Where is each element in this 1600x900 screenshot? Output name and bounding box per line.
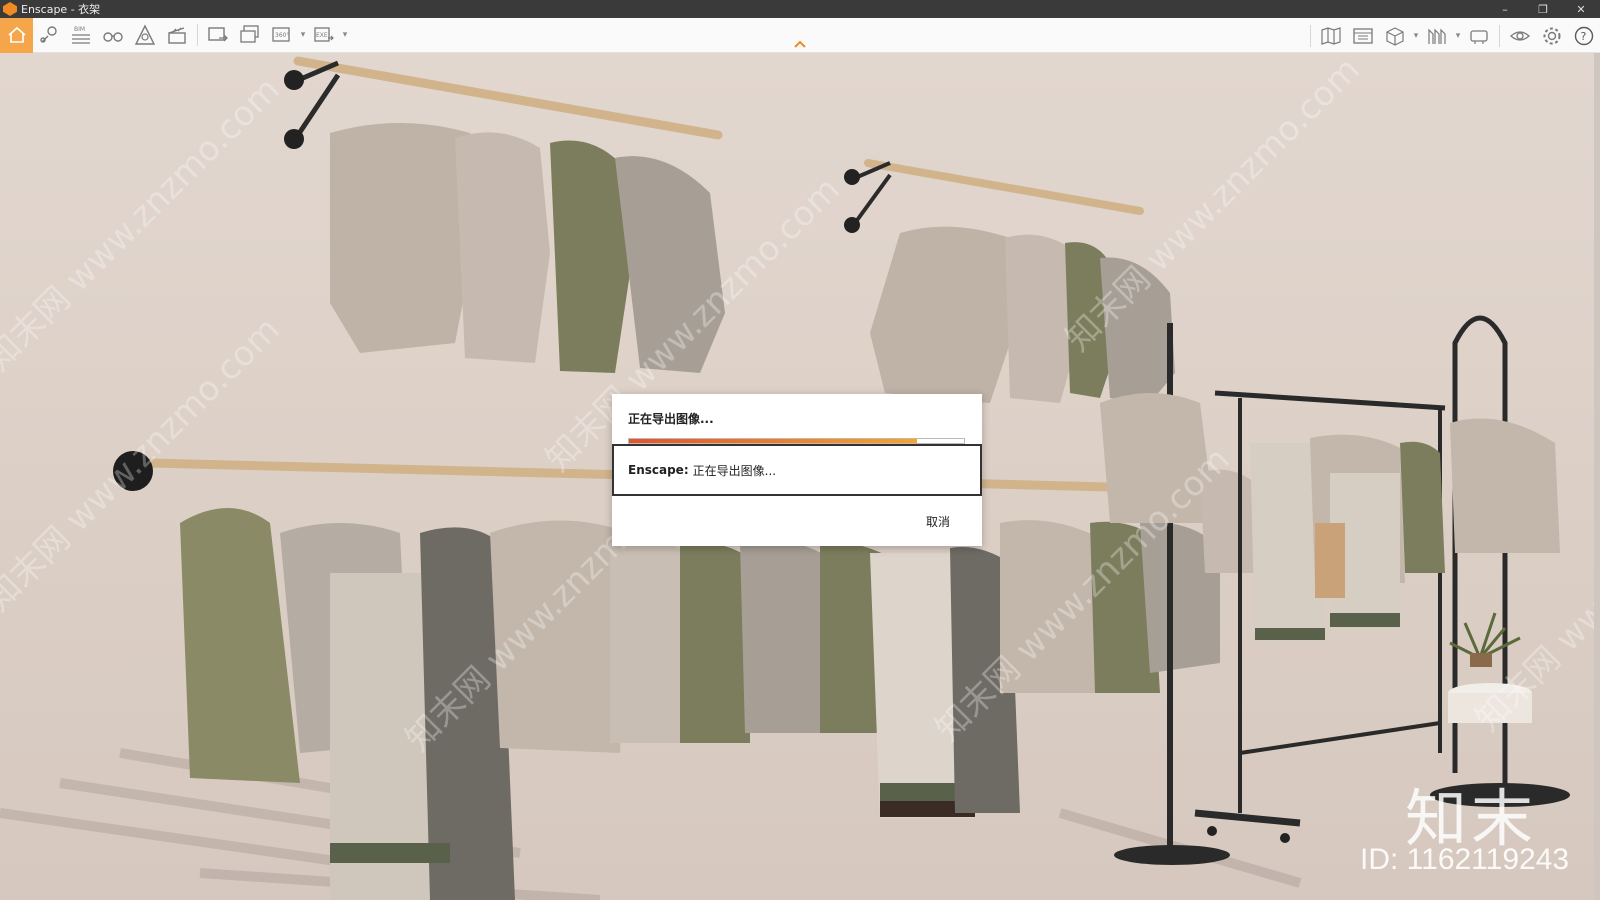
viewport-scrollbar[interactable] <box>1594 53 1600 900</box>
binoculars-icon <box>103 32 123 42</box>
toolbar-separator <box>1499 24 1500 47</box>
bim-button[interactable]: BIM <box>65 18 97 53</box>
cube-icon <box>1386 26 1404 46</box>
map-icon <box>1321 26 1341 45</box>
main-toolbar: BIM 360° ▾ EXE ▾ ▾ ▾ ? <box>0 17 1600 53</box>
exe-export-icon: EXE <box>314 27 334 42</box>
screenshot-icon <box>208 27 228 42</box>
material-button[interactable] <box>1421 18 1453 53</box>
export-progress-dialog: 正在导出图像... Enscape: 正在导出图像... 取消 <box>612 394 982 546</box>
video-editor-button[interactable] <box>161 18 193 53</box>
panel-icon <box>1353 27 1373 44</box>
asset-library-icon <box>134 24 156 45</box>
exe-label: EXE <box>316 32 328 39</box>
location-pin-icon <box>40 26 57 43</box>
vr-headset-icon <box>1470 29 1488 44</box>
restore-button[interactable]: ❐ <box>1524 0 1562 18</box>
chevron-up-icon <box>794 40 806 48</box>
status-prefix: Enscape: <box>628 463 689 477</box>
material-dropdown-caret[interactable]: ▾ <box>1453 18 1463 53</box>
collapse-toolbar-button[interactable] <box>790 18 810 53</box>
settings-button[interactable] <box>1536 18 1568 53</box>
help-icon: ? <box>1574 26 1594 45</box>
panorama-button[interactable]: 360° <box>266 18 298 53</box>
map-button[interactable] <box>1315 18 1347 53</box>
clapperboard-icon <box>168 27 186 44</box>
toolbar-separator <box>1310 24 1311 47</box>
cancel-button[interactable]: 取消 <box>926 513 950 530</box>
title-bar: Enscape - 衣架 – ❐ ✕ <box>0 0 1600 18</box>
eye-icon <box>1510 30 1530 41</box>
pano-label: 360° <box>275 32 289 39</box>
watermark-id: ID: 1162119243 <box>1360 843 1570 876</box>
help-button[interactable]: ? <box>1568 18 1600 53</box>
screenshot-button[interactable] <box>202 18 234 53</box>
visibility-button[interactable] <box>1504 18 1536 53</box>
cube-dropdown-caret[interactable]: ▾ <box>1411 18 1421 53</box>
minimize-button[interactable]: – <box>1486 0 1524 18</box>
help-label: ? <box>1581 30 1587 43</box>
cube-button[interactable] <box>1379 18 1411 53</box>
toolbar-right-group: ▾ ▾ ? <box>1306 18 1600 53</box>
dialog-heading: 正在导出图像... <box>628 412 714 426</box>
home-icon <box>7 26 26 43</box>
batch-render-icon <box>240 25 259 43</box>
window-title: Enscape - 衣架 <box>21 3 101 16</box>
panel-button[interactable] <box>1347 18 1379 53</box>
bim-icon: BIM <box>72 26 90 44</box>
vr-button[interactable] <box>1463 18 1495 53</box>
status-text: 正在导出图像... <box>692 463 777 478</box>
exe-export-button[interactable]: EXE <box>308 18 340 53</box>
panorama-360-icon: 360° <box>272 27 290 42</box>
binoculars-button[interactable] <box>97 18 129 53</box>
panorama-dropdown-caret[interactable]: ▾ <box>298 18 308 53</box>
exe-dropdown-caret[interactable]: ▾ <box>340 18 350 53</box>
status-message: Enscape: 正在导出图像... <box>612 444 982 496</box>
home-button[interactable] <box>0 17 33 53</box>
close-button[interactable]: ✕ <box>1562 0 1600 18</box>
enscape-logo-icon <box>3 2 17 16</box>
gear-icon <box>1543 27 1561 44</box>
material-icon <box>1428 28 1446 44</box>
bim-label: BIM <box>74 26 85 33</box>
toolbar-separator <box>197 24 198 46</box>
asset-library-button[interactable] <box>129 18 161 53</box>
export-progress-fill <box>629 439 918 443</box>
views-button[interactable] <box>33 18 65 53</box>
batch-render-button[interactable] <box>234 18 266 53</box>
